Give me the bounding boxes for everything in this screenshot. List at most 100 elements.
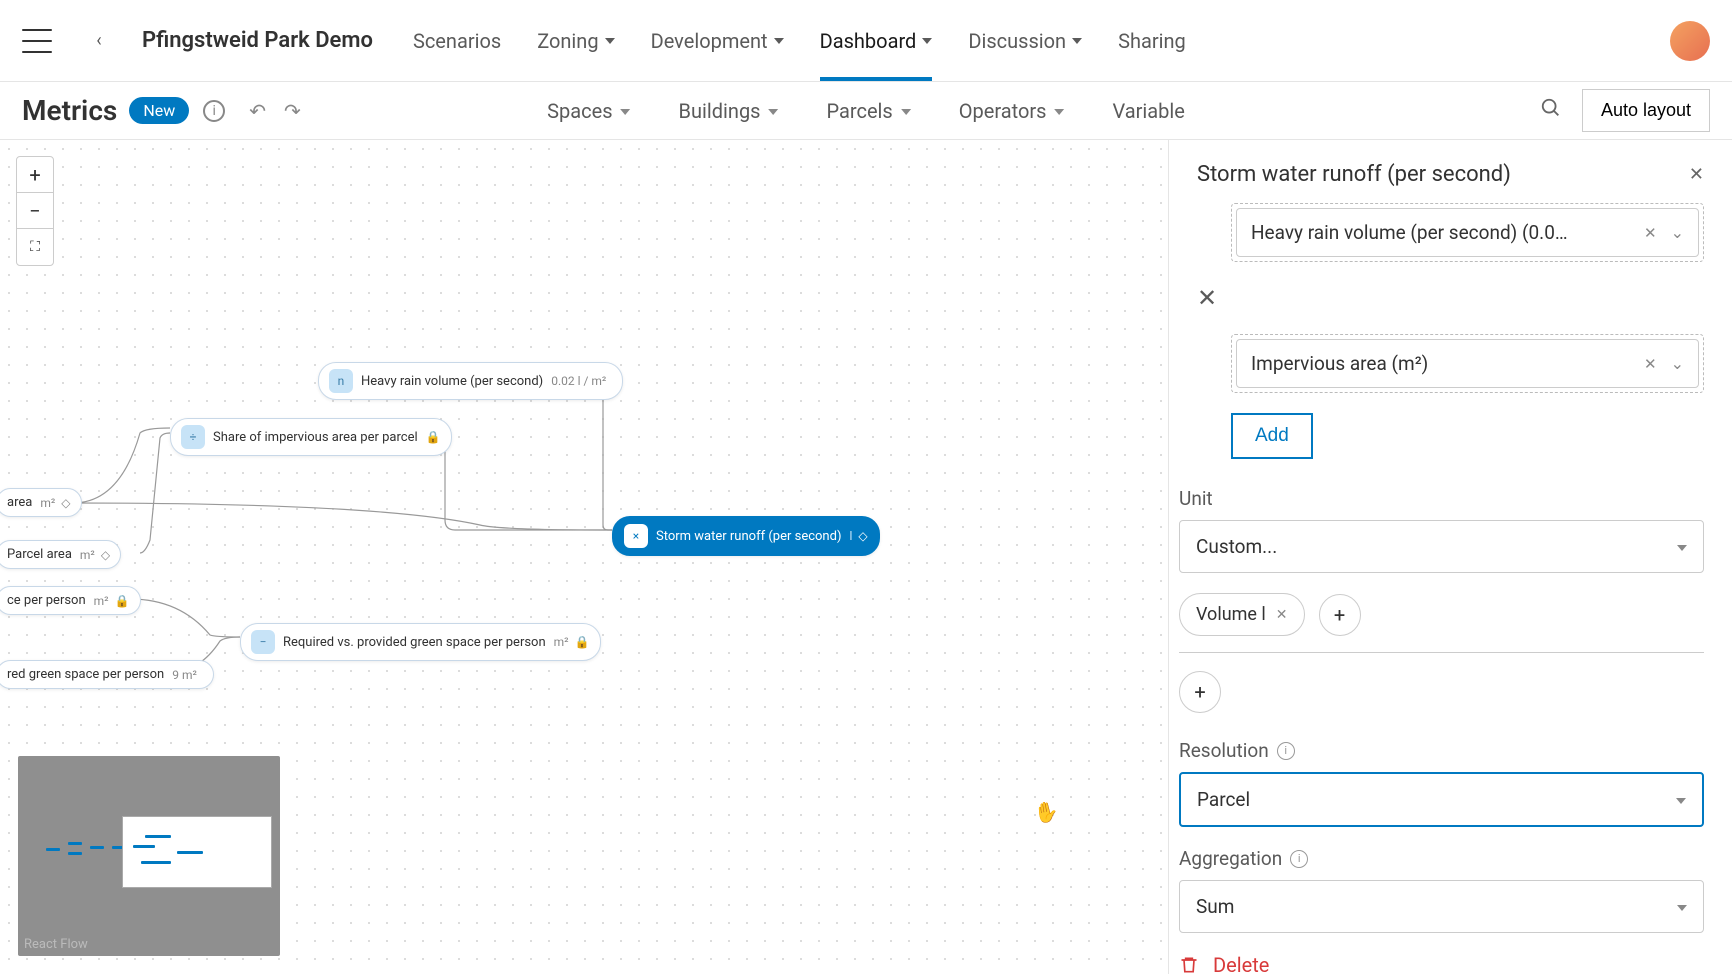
- hamburger-menu[interactable]: [22, 29, 52, 53]
- node-unit: m²: [80, 548, 95, 562]
- node-value: 9 m²: [172, 668, 197, 682]
- toolbar-variable[interactable]: Variable: [1112, 99, 1184, 123]
- chip-label: Impervious area (m²): [1251, 352, 1644, 375]
- node-per-person[interactable]: ce per person m² 🔒: [0, 586, 141, 615]
- operator-multiply-icon[interactable]: ✕: [1197, 284, 1217, 312]
- node-label: Heavy rain volume (per second): [361, 374, 543, 389]
- nav-development[interactable]: Development: [651, 1, 784, 81]
- toolbar-center: Spaces Buildings Parcels Operators Varia…: [547, 99, 1185, 123]
- search-button[interactable]: [1540, 97, 1562, 125]
- toolbar-operators[interactable]: Operators: [959, 99, 1065, 123]
- chevron-down-icon: [774, 38, 784, 44]
- chevron-down-icon: [1072, 38, 1082, 44]
- node-label: area: [7, 495, 32, 510]
- chevron-down-icon: [1677, 905, 1687, 911]
- remove-input-button[interactable]: ✕: [1644, 355, 1657, 373]
- add-unit-button[interactable]: +: [1319, 594, 1361, 636]
- input-chip-impervious-area[interactable]: Impervious area (m²) ✕ ⌄: [1236, 339, 1699, 388]
- properties-panel: Storm water runoff (per second) ✕ Heavy …: [1168, 140, 1732, 974]
- divide-icon: ÷: [181, 425, 205, 449]
- toolbar-right: Auto layout: [1540, 89, 1710, 132]
- node-label: ce per person: [7, 593, 86, 608]
- unit-chip-volume[interactable]: Volume l ✕: [1179, 593, 1305, 636]
- chevron-down-icon: [901, 109, 911, 115]
- aggregation-select[interactable]: Sum: [1179, 880, 1704, 933]
- lock-icon: 🔒: [426, 430, 441, 444]
- nav-dashboard[interactable]: Dashboard: [820, 1, 933, 81]
- chevron-down-icon[interactable]: ⌄: [1671, 354, 1684, 373]
- unit-select[interactable]: Custom...: [1179, 520, 1704, 573]
- delete-label: Delete: [1213, 953, 1269, 974]
- minimap-viewport[interactable]: [122, 816, 272, 888]
- resolution-value: Parcel: [1197, 788, 1250, 811]
- fit-view-button[interactable]: ⛶: [17, 229, 53, 265]
- input-chip-heavy-rain[interactable]: Heavy rain volume (per second) (0.0… ✕ ⌄: [1236, 208, 1699, 257]
- chevron-down-icon[interactable]: ⌄: [1671, 223, 1684, 242]
- page-title: Metrics: [22, 94, 117, 127]
- nav-discussion[interactable]: Discussion: [968, 1, 1082, 81]
- chip-label: Heavy rain volume (per second) (0.0…: [1251, 221, 1644, 244]
- minus-icon: −: [251, 630, 275, 654]
- chevron-down-icon: [922, 38, 932, 44]
- toolbar-spaces[interactable]: Spaces: [547, 99, 630, 123]
- add-denominator-button[interactable]: +: [1179, 671, 1221, 713]
- node-share-impervious[interactable]: ÷ Share of impervious area per parcel 🔒: [170, 418, 452, 456]
- nav-sharing[interactable]: Sharing: [1118, 1, 1186, 81]
- top-navigation: ‹ Pfingstweid Park Demo Scenarios Zoning…: [0, 0, 1732, 82]
- variable-icon: n: [329, 369, 353, 393]
- aggregation-label: Aggregation i: [1179, 847, 1704, 870]
- toolbar-buildings[interactable]: Buildings: [679, 99, 779, 123]
- eye-icon: ◇: [61, 496, 70, 510]
- chevron-down-icon: [1677, 545, 1687, 551]
- zoom-out-button[interactable]: −: [17, 193, 53, 229]
- node-parcel-area[interactable]: Parcel area m² ◇: [0, 540, 121, 569]
- resolution-label: Resolution i: [1179, 739, 1704, 762]
- node-storm-water-runoff[interactable]: × Storm water runoff (per second) l ◇: [612, 516, 880, 556]
- node-label: Storm water runoff (per second): [656, 529, 841, 544]
- auto-layout-button[interactable]: Auto layout: [1582, 89, 1710, 132]
- minimap-label: React Flow: [24, 937, 88, 952]
- trash-icon: [1179, 954, 1199, 974]
- input-slot-1: Heavy rain volume (per second) (0.0… ✕ ⌄: [1231, 203, 1704, 262]
- metrics-toolbar: Metrics New i ↶ ↷ Spaces Buildings Parce…: [0, 82, 1732, 140]
- info-icon[interactable]: i: [203, 100, 225, 122]
- panel-header: Storm water runoff (per second) ✕: [1169, 140, 1732, 203]
- node-red-green-space[interactable]: red green space per person 9 m²: [0, 660, 214, 689]
- toolbar-parcels[interactable]: Parcels: [826, 99, 910, 123]
- zoom-in-button[interactable]: +: [17, 157, 53, 193]
- back-button[interactable]: ‹: [84, 26, 114, 56]
- chevron-down-icon: [605, 38, 615, 44]
- node-required-vs-provided[interactable]: − Required vs. provided green space per …: [240, 623, 601, 661]
- close-panel-button[interactable]: ✕: [1689, 164, 1704, 185]
- divider: [1179, 652, 1704, 653]
- remove-input-button[interactable]: ✕: [1644, 224, 1657, 242]
- lock-icon: 🔒: [115, 594, 130, 608]
- resolution-select[interactable]: Parcel: [1179, 772, 1704, 827]
- info-icon[interactable]: i: [1277, 742, 1295, 760]
- redo-button[interactable]: ↷: [284, 99, 301, 123]
- chevron-down-icon: [621, 109, 631, 115]
- node-label: Share of impervious area per parcel: [213, 430, 418, 445]
- info-icon[interactable]: i: [1290, 850, 1308, 868]
- undo-redo-group: ↶ ↷: [249, 99, 301, 123]
- panel-title: Storm water runoff (per second): [1197, 162, 1511, 187]
- node-unit: m²: [554, 635, 569, 649]
- node-heavy-rain-volume[interactable]: n Heavy rain volume (per second) 0.02 l …: [318, 362, 623, 400]
- minimap[interactable]: React Flow: [18, 756, 280, 956]
- aggregation-value: Sum: [1196, 895, 1234, 918]
- delete-button[interactable]: Delete: [1179, 953, 1704, 974]
- chevron-down-icon: [1676, 798, 1686, 804]
- eye-icon: ◇: [858, 529, 867, 543]
- unit-chip-label: Volume l: [1196, 604, 1266, 625]
- remove-unit-button[interactable]: ✕: [1276, 607, 1288, 623]
- node-label: red green space per person: [7, 667, 164, 682]
- undo-button[interactable]: ↶: [249, 99, 266, 123]
- node-value: 0.02 l / m²: [551, 374, 606, 388]
- unit-value: Custom...: [1196, 535, 1277, 558]
- node-area[interactable]: area m² ◇: [0, 488, 82, 517]
- nav-zoning[interactable]: Zoning: [537, 1, 614, 81]
- new-badge: New: [129, 97, 189, 124]
- user-avatar[interactable]: [1670, 21, 1710, 61]
- nav-scenarios[interactable]: Scenarios: [413, 1, 501, 81]
- add-input-button[interactable]: Add: [1231, 413, 1313, 459]
